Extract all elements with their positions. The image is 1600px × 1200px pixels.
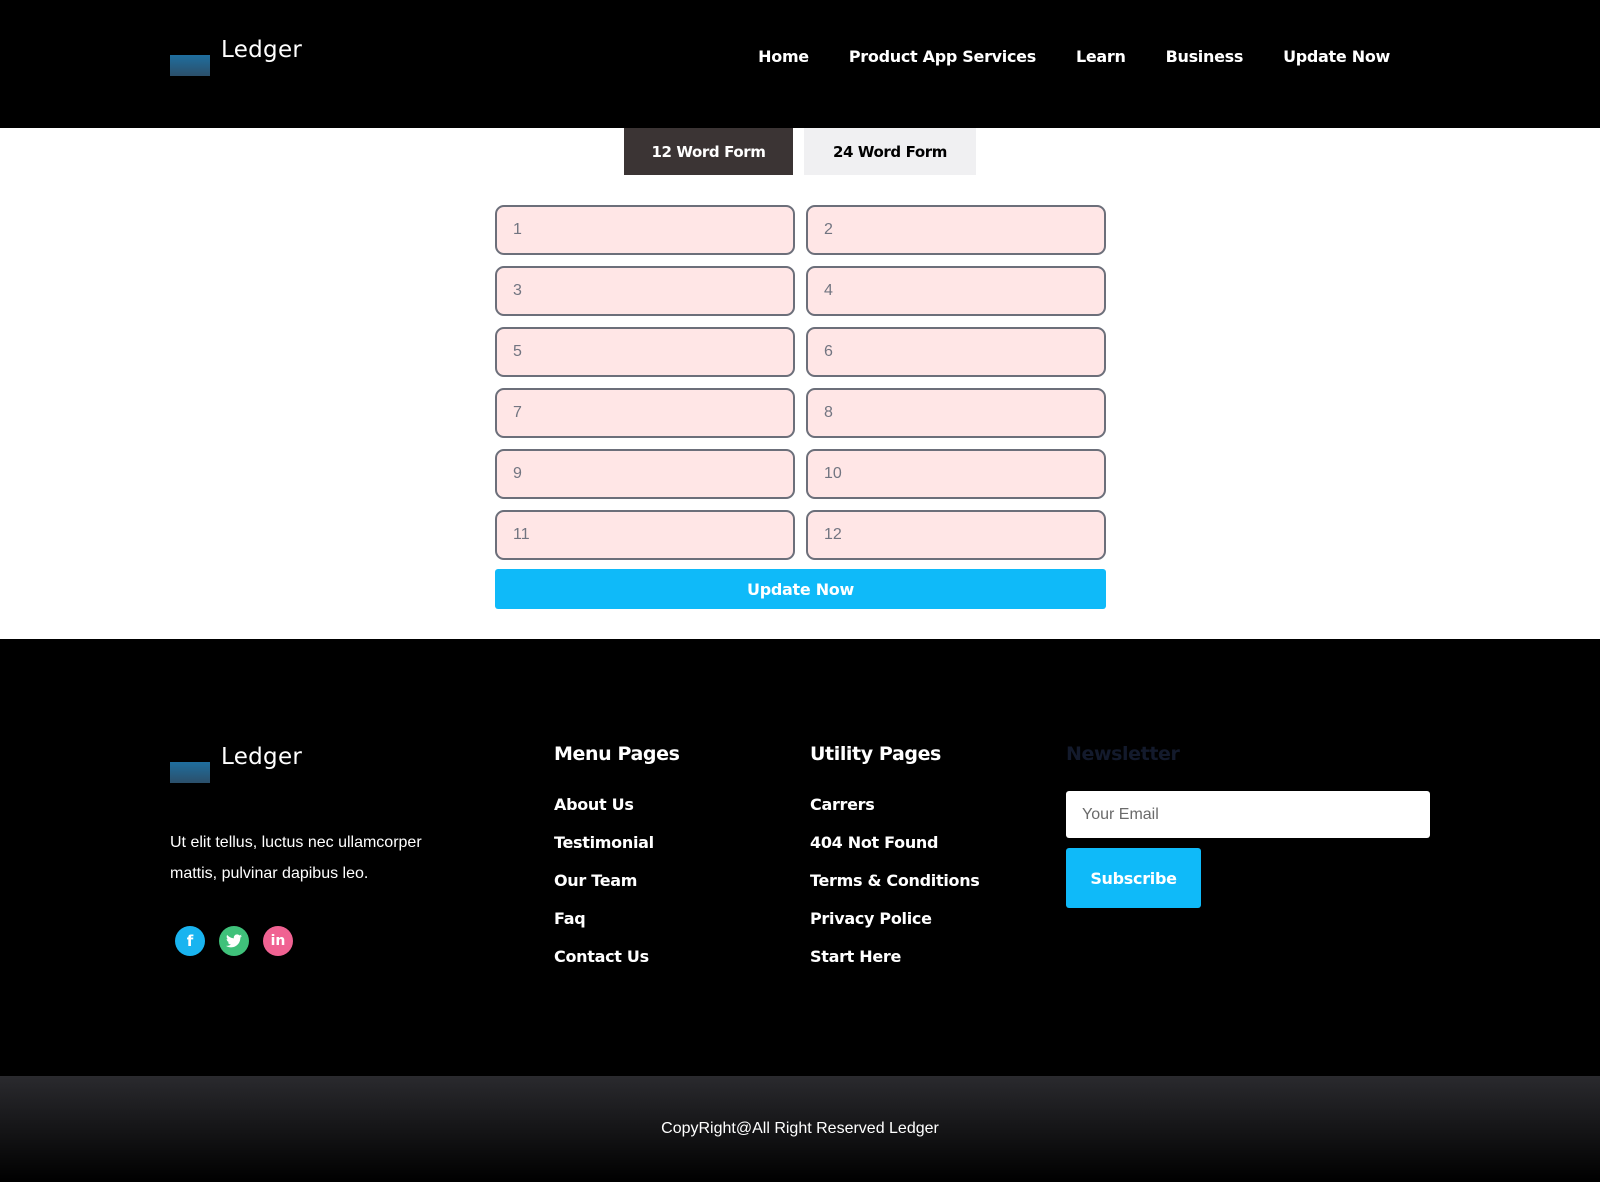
nav-product-app-services[interactable]: Product App Services [849, 47, 1036, 66]
link-404-not-found[interactable]: 404 Not Found [810, 833, 980, 853]
header-logo[interactable]: Ledger [170, 37, 302, 76]
word-input-8[interactable] [806, 388, 1106, 438]
utility-pages-links: Carrers 404 Not Found Terms & Conditions… [810, 795, 980, 967]
word-input-9[interactable] [495, 449, 795, 499]
link-start-here[interactable]: Start Here [810, 947, 980, 967]
logo-text: Ledger [221, 744, 303, 770]
nav-learn[interactable]: Learn [1076, 47, 1126, 66]
word-input-12[interactable] [806, 510, 1106, 560]
twitter-bird-shape [226, 934, 242, 948]
word-input-7[interactable] [495, 388, 795, 438]
copyright-bar: CopyRight@All Right Reserved Ledger [0, 1076, 1600, 1182]
link-carrers[interactable]: Carrers [810, 795, 980, 815]
newsletter-title: Newsletter [1066, 743, 1180, 765]
link-testimonial[interactable]: Testimonial [554, 833, 654, 853]
word-input-2[interactable] [806, 205, 1106, 255]
email-input[interactable] [1066, 791, 1430, 838]
link-terms-conditions[interactable]: Terms & Conditions [810, 871, 980, 891]
site-footer: Ledger Ut elit tellus, luctus nec ullamc… [0, 639, 1600, 1076]
logo-icon [170, 55, 210, 76]
main-nav: Home Product App Services Learn Business… [758, 47, 1390, 66]
word-input-4[interactable] [806, 266, 1106, 316]
word-input-11[interactable] [495, 510, 795, 560]
subscribe-button[interactable]: Subscribe [1066, 848, 1201, 908]
word-input-grid [495, 205, 1106, 560]
word-input-3[interactable] [495, 266, 795, 316]
logo-icon [170, 762, 210, 783]
word-input-6[interactable] [806, 327, 1106, 377]
nav-business[interactable]: Business [1166, 47, 1244, 66]
menu-pages-title: Menu Pages [554, 743, 680, 765]
link-about-us[interactable]: About Us [554, 795, 654, 815]
logo-text: Ledger [221, 37, 303, 63]
form-tabs: 12 Word Form 24 Word Form [624, 128, 976, 175]
site-header: Ledger Home Product App Services Learn B… [0, 0, 1600, 128]
tab-12-word-form[interactable]: 12 Word Form [624, 128, 793, 175]
tab-24-word-form[interactable]: 24 Word Form [804, 128, 976, 175]
footer-logo[interactable]: Ledger [170, 744, 302, 783]
facebook-icon[interactable]: f [175, 926, 205, 956]
twitter-icon[interactable] [219, 926, 249, 956]
link-our-team[interactable]: Our Team [554, 871, 654, 891]
link-privacy-police[interactable]: Privacy Police [810, 909, 980, 929]
utility-pages-title: Utility Pages [810, 743, 941, 765]
social-links: f in [175, 926, 293, 956]
update-now-button[interactable]: Update Now [495, 569, 1106, 609]
menu-pages-links: About Us Testimonial Our Team Faq Contac… [554, 795, 654, 967]
link-contact-us[interactable]: Contact Us [554, 947, 654, 967]
linkedin-icon[interactable]: in [263, 926, 293, 956]
link-faq[interactable]: Faq [554, 909, 654, 929]
copyright-text: CopyRight@All Right Reserved Ledger [661, 1120, 939, 1137]
word-input-1[interactable] [495, 205, 795, 255]
footer-description: Ut elit tellus, luctus nec ullamcorper m… [170, 834, 422, 882]
nav-update-now[interactable]: Update Now [1283, 47, 1390, 66]
word-input-5[interactable] [495, 327, 795, 377]
nav-home[interactable]: Home [758, 47, 809, 66]
word-input-10[interactable] [806, 449, 1106, 499]
